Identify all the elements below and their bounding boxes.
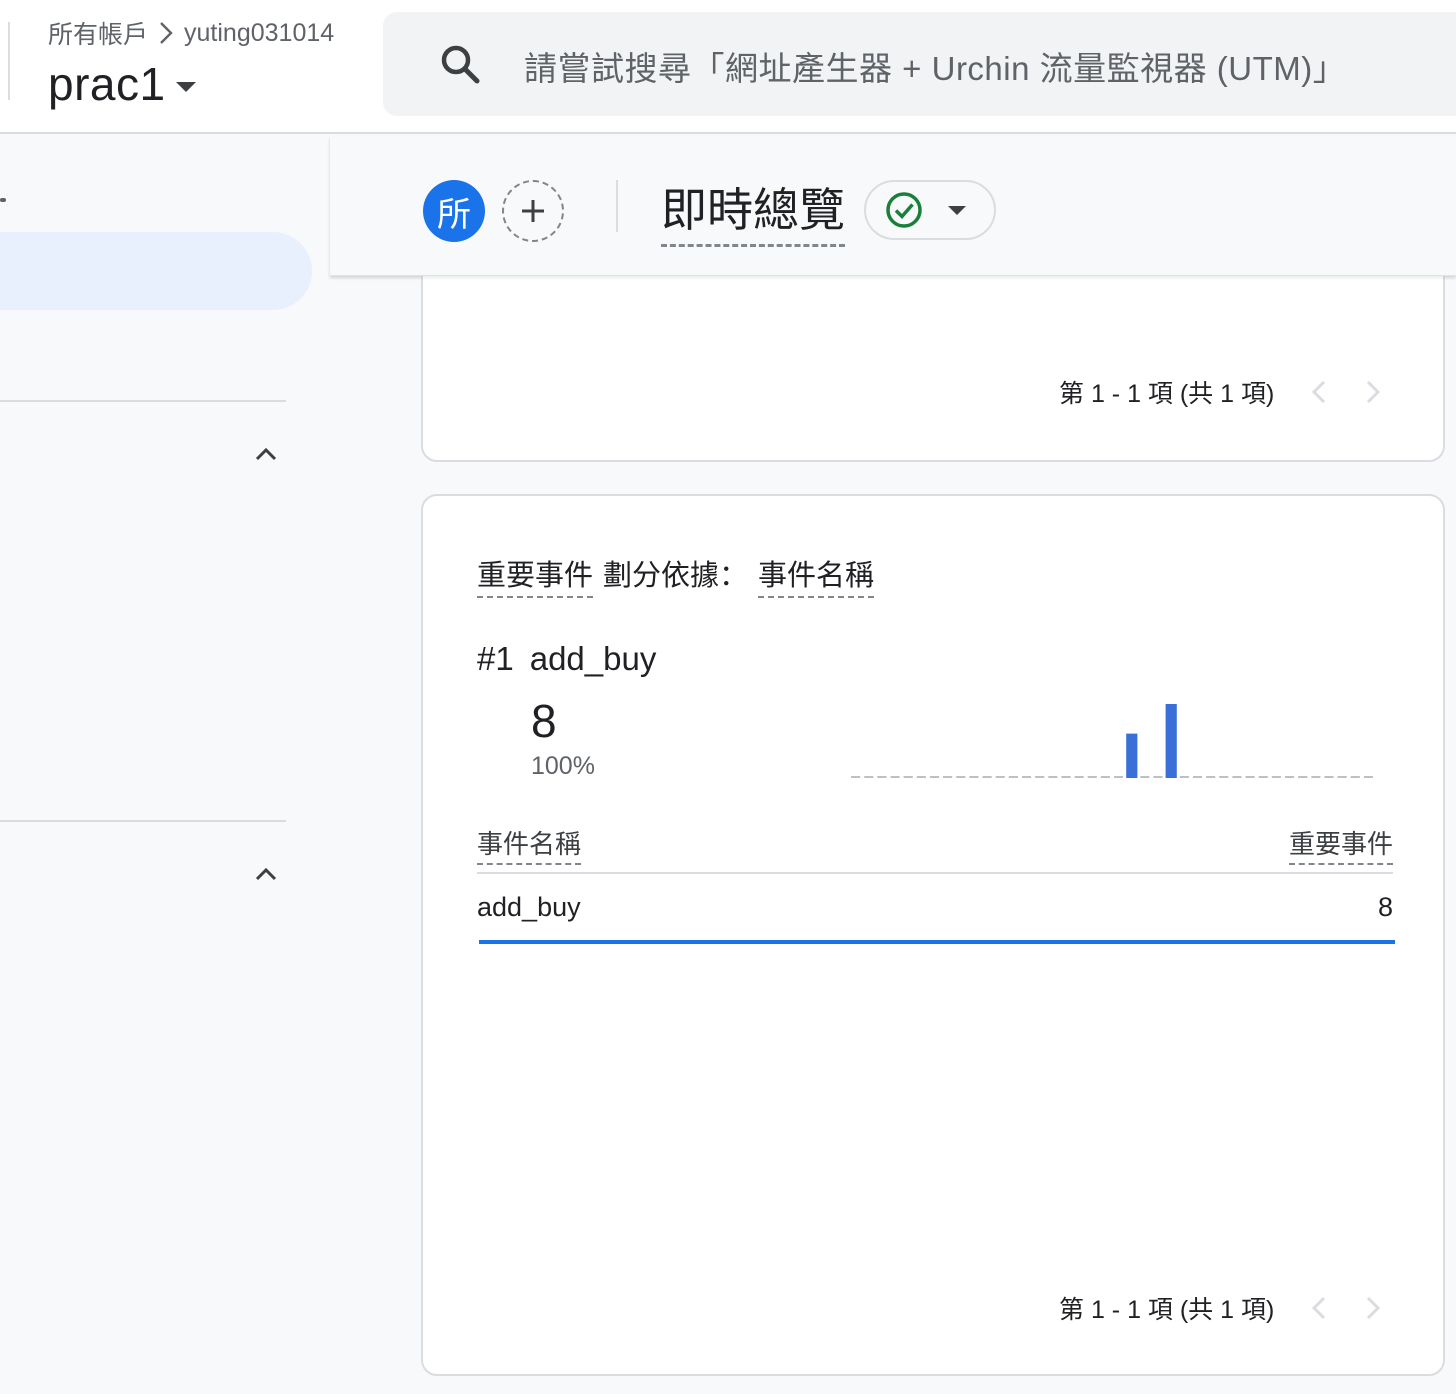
- top-name: add_buy: [529, 640, 657, 677]
- search-input[interactable]: 請嘗試搜尋「網址產生器 + Urchin 流量監視器 (UTM)」: [524, 42, 1346, 90]
- pagination: 第 1 - 1 項 (共 1 項): [1059, 374, 1388, 410]
- comparison-chip-all-users[interactable]: 所: [423, 180, 485, 242]
- row-share-bar: [479, 940, 1395, 944]
- pagination: 第 1 - 1 項 (共 1 項): [1059, 1290, 1388, 1326]
- nav-item-marker: [0, 198, 6, 202]
- top-value: 8: [531, 695, 557, 747]
- sparkline-bar: [1165, 704, 1177, 778]
- metric-selector[interactable]: 重要事件: [477, 552, 594, 598]
- plus-icon: [522, 200, 544, 222]
- breakdown-label: 劃分依據：: [603, 560, 749, 592]
- chevron-left-icon[interactable]: [1304, 376, 1336, 408]
- page-title[interactable]: 即時總覽: [661, 174, 845, 247]
- add-comparison-button[interactable]: [502, 180, 564, 242]
- top-item: #1 add_buy: [477, 640, 656, 678]
- nav-divider: [0, 820, 286, 822]
- breadcrumb[interactable]: 所有帳戶 yuting031014: [48, 16, 334, 50]
- top-percent: 100%: [531, 752, 595, 780]
- cell-event-name: add_buy: [477, 892, 581, 922]
- search-icon: [439, 43, 481, 85]
- card-previous: 第 1 - 1 項 (共 1 項): [421, 250, 1445, 462]
- chevron-left-icon[interactable]: [1304, 1292, 1336, 1324]
- cell-key-events: 8: [1377, 892, 1393, 922]
- sparkline-bar: [1126, 733, 1138, 778]
- chevron-right-icon[interactable]: [1356, 1292, 1388, 1324]
- nav-divider: [0, 400, 286, 402]
- chevron-right-icon: [156, 20, 176, 46]
- search-bar[interactable]: 請嘗試搜尋「網址產生器 + Urchin 流量監視器 (UTM)」: [383, 12, 1456, 116]
- dimension-selector[interactable]: 事件名稱: [758, 552, 875, 598]
- chevron-up-icon[interactable]: [250, 858, 282, 890]
- pagination-label: 第 1 - 1 項 (共 1 項): [1059, 380, 1275, 408]
- sparkline-chart: [851, 704, 1373, 778]
- top-rank: #1: [477, 640, 514, 677]
- table-row[interactable]: add_buy 8: [477, 878, 1395, 944]
- chevron-right-icon[interactable]: [1356, 376, 1388, 408]
- nav-item-active[interactable]: [0, 232, 312, 310]
- property-selector[interactable]: prac1: [48, 56, 196, 112]
- left-navigation: [0, 136, 330, 1394]
- dropdown-arrow-icon: [948, 205, 966, 215]
- pagination-label: 第 1 - 1 項 (共 1 項): [1059, 1296, 1275, 1324]
- card-title: 重要事件 劃分依據： 事件名稱: [477, 552, 875, 598]
- data-status-dropdown[interactable]: [864, 180, 996, 240]
- avatar-label: 所: [437, 195, 471, 234]
- key-events-card: 重要事件 劃分依據： 事件名稱 #1 add_buy 8 100% 事件名稱 重要…: [421, 494, 1445, 1376]
- table-header: 事件名稱 重要事件: [477, 822, 1393, 874]
- property-name: prac1: [48, 58, 166, 110]
- breadcrumb-all-accounts[interactable]: 所有帳戶: [48, 15, 148, 51]
- column-header-key-events[interactable]: 重要事件: [1288, 824, 1393, 865]
- column-header-event-name[interactable]: 事件名稱: [477, 824, 582, 865]
- check-circle-icon: [886, 192, 922, 228]
- divider: [616, 180, 618, 232]
- top-app-bar: 所有帳戶 yuting031014 prac1 請嘗試搜尋「網址產生器 + Ur…: [0, 0, 1456, 134]
- divider: [8, 22, 10, 100]
- chevron-up-icon[interactable]: [250, 438, 282, 470]
- dropdown-arrow-icon: [175, 82, 196, 92]
- breadcrumb-account[interactable]: yuting031014: [184, 19, 334, 48]
